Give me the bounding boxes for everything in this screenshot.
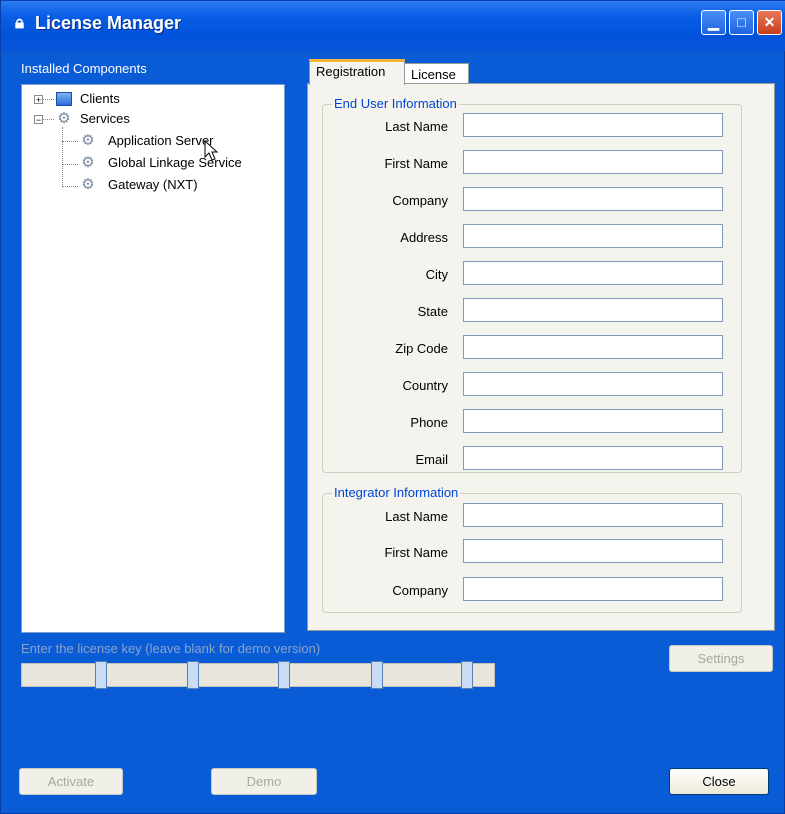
field-label: Zip Code [395, 341, 448, 356]
close-button[interactable]: Close [669, 768, 769, 795]
demo-button[interactable]: Demo [211, 768, 317, 795]
license-key-separator [187, 661, 199, 689]
maximize-button[interactable]: □ [729, 10, 754, 35]
field-label: First Name [384, 156, 448, 171]
license-key-separator [278, 661, 290, 689]
collapse-icon[interactable]: − [34, 115, 43, 125]
field-label: Email [415, 452, 448, 467]
field-label: Country [402, 378, 448, 393]
tree-item-label: Clients [80, 91, 120, 106]
lock-icon: 🔒︎ [15, 13, 25, 32]
end-user-phone-field[interactable] [463, 409, 723, 433]
field-label: Company [392, 193, 448, 208]
field-label: Last Name [385, 509, 448, 524]
end-user-city-field[interactable] [463, 261, 723, 285]
field-label: City [425, 267, 448, 282]
integrator-last-name-field[interactable] [463, 503, 723, 527]
components-tree[interactable]: + Clients − ⚙ Services ⚙ Application Ser… [21, 84, 285, 633]
license-manager-window: 🔒︎ License Manager ▁ □ ✕ Installed Compo… [0, 0, 785, 814]
tree-item-label: Gateway (NXT) [108, 177, 198, 192]
close-icon: ✕ [763, 14, 776, 30]
end-user-state-field[interactable] [463, 298, 723, 322]
tree-item-label: Global Linkage Service [108, 155, 242, 170]
field-label: Address [400, 230, 448, 245]
license-key-separator [461, 661, 473, 689]
installed-components-label: Installed Components [21, 61, 147, 76]
tree-item-label: Application Server [108, 133, 214, 148]
expand-icon[interactable]: + [34, 95, 43, 105]
maximize-icon: □ [737, 14, 746, 30]
field-label: First Name [384, 545, 448, 560]
tree-item-label: Services [80, 111, 130, 126]
gear-icon: ⚙ [57, 110, 71, 127]
minimize-icon: ▁ [708, 14, 719, 30]
window-title: License Manager [35, 13, 182, 33]
tree-connector [62, 127, 63, 187]
close-window-button[interactable]: ✕ [757, 10, 782, 35]
integrator-company-field[interactable] [463, 577, 723, 601]
settings-button[interactable]: Settings [669, 645, 773, 672]
end-user-email-field[interactable] [463, 446, 723, 470]
minimize-button[interactable]: ▁ [701, 10, 726, 35]
end-user-first-name-field[interactable] [463, 150, 723, 174]
end-user-address-field[interactable] [463, 224, 723, 248]
gear-icon: ⚙ [81, 154, 95, 171]
license-key-separator [95, 661, 107, 689]
license-key-label: Enter the license key (leave blank for d… [21, 641, 321, 656]
mouse-cursor-icon [204, 140, 219, 161]
tab-license[interactable]: License [404, 63, 469, 85]
tree-connector [62, 141, 78, 142]
tree-connector [62, 164, 78, 165]
integrator-first-name-field[interactable] [463, 539, 723, 563]
end-user-last-name-field[interactable] [463, 113, 723, 137]
field-label: Phone [410, 415, 448, 430]
end-user-zip-code-field[interactable] [463, 335, 723, 359]
field-label: State [417, 304, 448, 319]
integrator-title: Integrator Information [332, 485, 461, 500]
end-user-company-field[interactable] [463, 187, 723, 211]
tab-registration[interactable]: Registration [309, 59, 405, 85]
title-bar[interactable]: 🔒︎ License Manager ▁ □ ✕ [1, 1, 785, 51]
activate-button[interactable]: Activate [19, 768, 123, 795]
end-user-country-field[interactable] [463, 372, 723, 396]
tree-connector [62, 186, 78, 187]
end-user-title: End User Information [332, 96, 459, 111]
license-key-separator [371, 661, 383, 689]
field-label: Company [392, 583, 448, 598]
field-label: Last Name [385, 119, 448, 134]
client-window-icon [56, 92, 72, 106]
license-key-field[interactable] [21, 663, 495, 687]
gear-icon: ⚙ [81, 176, 95, 193]
gear-icon: ⚙ [81, 132, 95, 149]
